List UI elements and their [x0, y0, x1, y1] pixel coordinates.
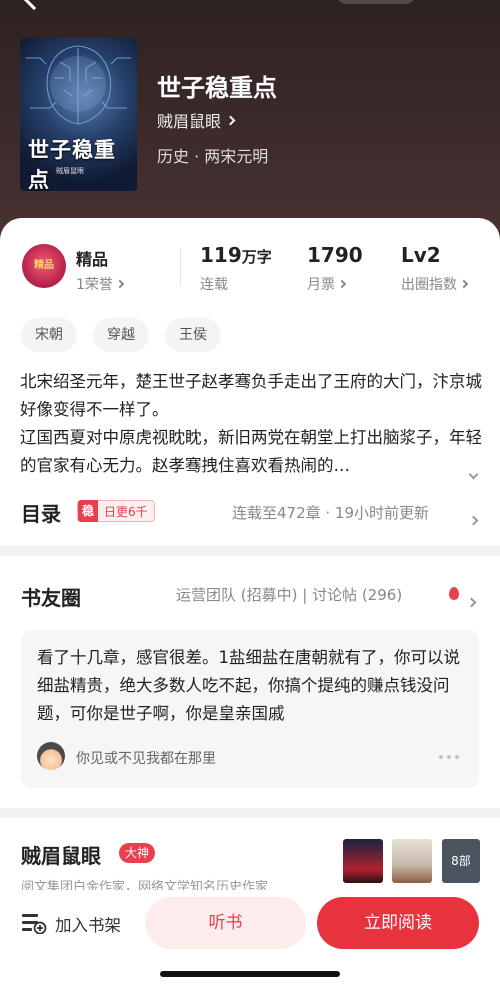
add-to-shelf-icon[interactable] [21, 912, 47, 934]
section-separator [0, 546, 500, 556]
update-badge-text: 日更6千 [104, 504, 148, 519]
monthly-ticket-label: 月票 [307, 277, 335, 293]
quality-badge-text: 精品 [34, 260, 54, 271]
word-count-unit: 万字 [241, 248, 272, 266]
chevron-right-icon[interactable] [468, 509, 479, 528]
listen-button[interactable]: 听书 [145, 897, 306, 949]
update-badge-icon: 稳 [78, 500, 98, 522]
cover-title: 世子稳重点 [28, 137, 116, 191]
section-separator [0, 808, 500, 818]
author-name: 贼眉鼠眼 [157, 112, 222, 131]
word-count-sub: 连载 [200, 277, 228, 293]
chevron-right-icon[interactable] [466, 591, 477, 610]
update-badge: 稳 日更6千 [77, 500, 155, 522]
genre-label: 历史 · 两宋元明 [157, 147, 269, 166]
tag-song-dynasty[interactable]: 宋朝 [21, 318, 77, 352]
circle-title[interactable]: 书友圈 [21, 582, 81, 611]
expand-chevron-icon[interactable] [468, 463, 479, 482]
author-link[interactable]: 贼眉鼠眼 [157, 108, 236, 132]
post-text: 看了十几章，感官很差。1盐细盐在唐朝就有了，你可以说细盐精贵，绝大多数人吃不起，… [37, 648, 460, 723]
monthly-ticket-link[interactable]: 月票 [307, 274, 347, 294]
post-username[interactable]: 你见或不见我都在那里 [76, 748, 216, 768]
toc-label[interactable]: 目录 [21, 498, 61, 527]
author-book-cover[interactable] [343, 839, 383, 883]
level-value: Lv2 [401, 243, 441, 267]
chevron-right-icon [115, 279, 125, 289]
cover-author: 贼眉鼠眼 [56, 167, 84, 175]
chevron-right-icon [459, 279, 469, 289]
read-now-button[interactable]: 立即阅读 [317, 897, 479, 949]
home-indicator [160, 971, 340, 977]
toc-status[interactable]: 连载至472章 · 19小时前更新 [232, 502, 429, 523]
fire-icon [449, 587, 459, 600]
level-label: 出圈指数 [401, 277, 457, 293]
monthly-ticket-value: 1790 [307, 243, 363, 267]
circle-meta[interactable]: 运营团队 (招募中) | 讨论帖 (296) [176, 584, 402, 605]
author-books-more[interactable]: 8部 [442, 839, 480, 883]
honor-label: 精品 [76, 250, 109, 269]
chevron-right-icon [337, 279, 347, 289]
tag-time-travel[interactable]: 穿越 [93, 318, 149, 352]
author-level-badge: 大神 [119, 843, 156, 863]
quality-badge[interactable]: 精品 [22, 244, 66, 288]
honor-link[interactable]: 1荣誉 [76, 274, 125, 294]
level-link[interactable]: 出圈指数 [401, 274, 469, 294]
stats-divider [180, 248, 181, 286]
honor-count: 1荣誉 [76, 277, 113, 293]
word-count: 119万字 [200, 243, 272, 267]
add-to-shelf-button[interactable]: 加入书架 [55, 912, 121, 936]
top-action-pill[interactable] [336, 0, 416, 4]
chevron-right-icon [225, 115, 236, 125]
circle-post[interactable]: 看了十几章，感官很差。1盐细盐在唐朝就有了，你可以说细盐精贵，绝大多数人吃不起，… [21, 630, 479, 788]
author-book-cover[interactable] [392, 839, 432, 883]
avatar[interactable] [37, 742, 65, 770]
author-section-name[interactable]: 贼眉鼠眼 [21, 840, 101, 869]
more-icon[interactable] [439, 755, 459, 759]
book-title: 世子稳重点 [157, 74, 277, 102]
book-cover[interactable]: 世子稳重点 贼眉鼠眼 [20, 38, 137, 191]
word-count-value: 119 [200, 243, 242, 267]
tag-nobility[interactable]: 王侯 [165, 318, 221, 352]
